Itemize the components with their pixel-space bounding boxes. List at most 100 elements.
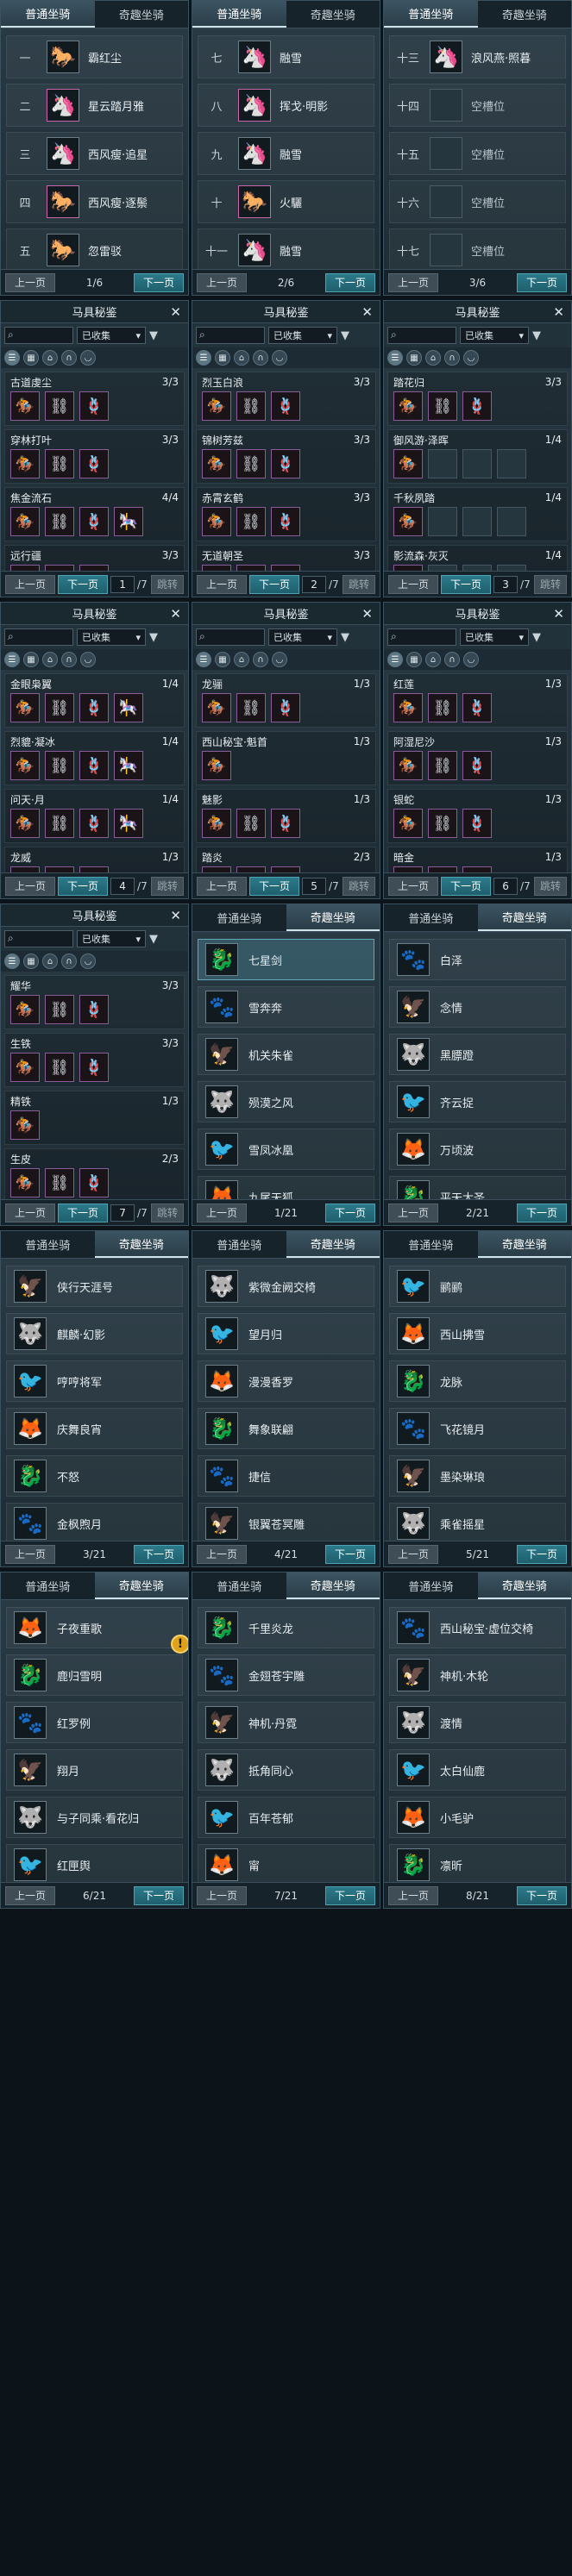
close-icon[interactable]: ✕ xyxy=(553,304,564,320)
prev-page-button[interactable]: 上一页 xyxy=(5,574,56,594)
tack-item-icon[interactable]: 🏇 xyxy=(393,391,423,421)
tack-item-icon[interactable]: 🪢 xyxy=(271,507,300,536)
list-icon[interactable]: ☰ xyxy=(4,652,20,667)
tack-item-icon[interactable]: 🏇 xyxy=(10,507,40,536)
saddle-icon[interactable]: ⌂ xyxy=(42,350,58,366)
prev-page-button[interactable]: 上一页 xyxy=(5,1885,56,1905)
tack-set[interactable]: 西山秘宝·魁首 1/3 🏇 xyxy=(196,731,376,785)
oddity-list-item[interactable]: 🐦 望月归 xyxy=(198,1313,374,1354)
oddity-list-item[interactable]: 🐦 雪凤冰凰 xyxy=(198,1129,374,1170)
tab-normal-mount[interactable]: 普通坐骑 xyxy=(192,1572,286,1599)
list-icon[interactable]: ☰ xyxy=(4,350,20,366)
tab-oddity-mount[interactable]: 奇趣坐骑 xyxy=(286,904,380,931)
mount-list-item[interactable]: 十一 🦄 融雪 xyxy=(198,228,374,272)
grid-icon[interactable]: ▦ xyxy=(215,350,230,366)
tack-set[interactable]: 精铁 1/3 🏇 xyxy=(4,1091,185,1145)
mount-list-item[interactable]: 十三 🦄 浪风燕·照暮 xyxy=(389,35,566,78)
ribbon-icon[interactable]: ◡ xyxy=(463,652,479,667)
tack-set[interactable]: 银蛇 1/3 🏇 ⛓ 🪢 xyxy=(387,789,568,843)
close-icon[interactable]: ✕ xyxy=(361,304,373,320)
prev-page-button[interactable]: 上一页 xyxy=(197,1544,248,1564)
prev-page-button[interactable]: 上一页 xyxy=(197,574,248,594)
list-icon[interactable]: ☰ xyxy=(387,652,403,667)
stirrup-icon[interactable]: ∩ xyxy=(253,350,268,366)
collected-select[interactable]: 已收集 ▾ xyxy=(268,327,337,344)
jump-button[interactable]: 跳转 xyxy=(150,574,184,594)
jump-button[interactable]: 跳转 xyxy=(533,876,567,896)
next-page-button[interactable]: 下一页 xyxy=(516,272,567,292)
oddity-list-item[interactable]: 🦅 念情 xyxy=(389,986,566,1028)
tack-item-icon[interactable]: ⛓ xyxy=(236,449,266,478)
close-icon[interactable]: ✕ xyxy=(170,908,181,923)
tack-item-icon[interactable]: 🏇 xyxy=(393,507,423,536)
oddity-list-item[interactable]: 🐉 七星剑 xyxy=(198,939,374,980)
collected-select[interactable]: 已收集 ▾ xyxy=(77,930,146,947)
tab-oddity-mount[interactable]: 奇趣坐骑 xyxy=(477,1231,571,1258)
grid-icon[interactable]: ▦ xyxy=(23,953,39,969)
tack-item-icon[interactable]: 🏇 xyxy=(202,507,231,536)
oddity-list-item[interactable]: 🐉 鹿归雪明 xyxy=(6,1654,183,1696)
ribbon-icon[interactable]: ◡ xyxy=(80,350,96,366)
next-page-button[interactable]: 下一页 xyxy=(133,1544,184,1564)
oddity-list-item[interactable]: 🐾 白泽 xyxy=(389,939,566,980)
tack-item-icon[interactable]: 🪢 xyxy=(271,693,300,722)
tack-item-icon[interactable]: 🪢 xyxy=(271,391,300,421)
tab-normal-mount[interactable]: 普通坐骑 xyxy=(192,1231,286,1258)
filter-icon[interactable]: ▼ xyxy=(149,631,158,644)
tack-item-icon[interactable]: 🏇 xyxy=(10,449,40,478)
page-input[interactable]: 5 xyxy=(302,877,327,895)
tack-set[interactable]: 古道虔尘 3/3 🏇 ⛓ 🪢 xyxy=(4,372,185,426)
saddle-icon[interactable]: ⌂ xyxy=(234,652,249,667)
tack-item-icon[interactable]: 🏇 xyxy=(10,391,40,421)
tab-oddity-mount[interactable]: 奇趣坐骑 xyxy=(477,904,571,931)
tack-item-icon[interactable]: 🏇 xyxy=(202,693,231,722)
oddity-list-item[interactable]: 🐺 与子同乘·看花归 xyxy=(6,1797,183,1838)
next-page-button[interactable]: 下一页 xyxy=(441,574,492,594)
next-page-button[interactable]: 下一页 xyxy=(516,1885,567,1905)
tack-item-icon[interactable]: 🪢 xyxy=(79,449,109,478)
ribbon-icon[interactable]: ◡ xyxy=(80,953,96,969)
tack-set[interactable]: 生皮 2/3 🏇 ⛓ 🪢 xyxy=(4,1148,185,1203)
empty-slot-icon[interactable] xyxy=(497,507,526,536)
oddity-list-item[interactable]: 🐉 龙脉 xyxy=(389,1360,566,1402)
oddity-list-item[interactable]: 🦊 子夜重歌 xyxy=(6,1607,183,1648)
search-input[interactable]: ⌕ xyxy=(387,628,456,646)
oddity-list-item[interactable]: 🐦 百年苍郁 xyxy=(198,1797,374,1838)
prev-page-button[interactable]: 上一页 xyxy=(5,272,56,292)
filter-icon[interactable]: ▼ xyxy=(149,933,158,946)
oddity-list-item[interactable]: 🐾 西山秘宝·虚位交椅 xyxy=(389,1607,566,1648)
jump-button[interactable]: 跳转 xyxy=(150,1203,184,1222)
tack-set[interactable]: 踏花归 3/3 🏇 ⛓ 🪢 xyxy=(387,372,568,426)
oddity-list-item[interactable]: 🦊 西山拂雪 xyxy=(389,1313,566,1354)
oddity-list-item[interactable]: 🐾 飞花镜月 xyxy=(389,1408,566,1449)
tack-item-icon[interactable]: 🪢 xyxy=(79,751,109,780)
ribbon-icon[interactable]: ◡ xyxy=(272,652,287,667)
tack-item-icon[interactable]: ⛓ xyxy=(428,809,457,838)
tack-item-icon[interactable]: 🏇 xyxy=(202,751,231,780)
grid-icon[interactable]: ▦ xyxy=(406,350,422,366)
mount-list-item[interactable]: 五 🐎 忽雷驳 xyxy=(6,228,183,272)
oddity-list-item[interactable]: 🐾 金翅苍宇雕 xyxy=(198,1654,374,1696)
filter-icon[interactable]: ▼ xyxy=(532,329,541,342)
close-icon[interactable]: ✕ xyxy=(170,606,181,622)
tack-item-icon[interactable]: ⛓ xyxy=(45,809,74,838)
page-input[interactable]: 1 xyxy=(110,575,135,593)
list-icon[interactable]: ☰ xyxy=(387,350,403,366)
tack-item-icon[interactable]: ⛓ xyxy=(236,391,266,421)
mount-list-item[interactable]: 十七 空槽位 xyxy=(389,228,566,272)
search-input[interactable]: ⌕ xyxy=(4,628,73,646)
oddity-list-item[interactable]: 🦅 神机·木轮 xyxy=(389,1654,566,1696)
alert-icon[interactable]: ! xyxy=(171,1635,188,1654)
tack-item-icon[interactable]: 🪢 xyxy=(462,809,492,838)
page-input[interactable]: 2 xyxy=(302,575,327,593)
search-input[interactable]: ⌕ xyxy=(4,930,73,947)
tack-set[interactable]: 龙骊 1/3 🏇 ⛓ 🪢 xyxy=(196,673,376,728)
mount-list-item[interactable]: 八 🦄 挥戈·明影 xyxy=(198,84,374,127)
mount-list-item[interactable]: 十五 空槽位 xyxy=(389,132,566,175)
tack-item-icon[interactable]: 🎠 xyxy=(114,809,143,838)
tack-item-icon[interactable]: ⛓ xyxy=(428,751,457,780)
saddle-icon[interactable]: ⌂ xyxy=(42,652,58,667)
tack-set[interactable]: 焦金流石 4/4 🏇 ⛓ 🪢 🎠 xyxy=(4,487,185,541)
prev-page-button[interactable]: 上一页 xyxy=(197,876,248,896)
grid-icon[interactable]: ▦ xyxy=(406,652,422,667)
